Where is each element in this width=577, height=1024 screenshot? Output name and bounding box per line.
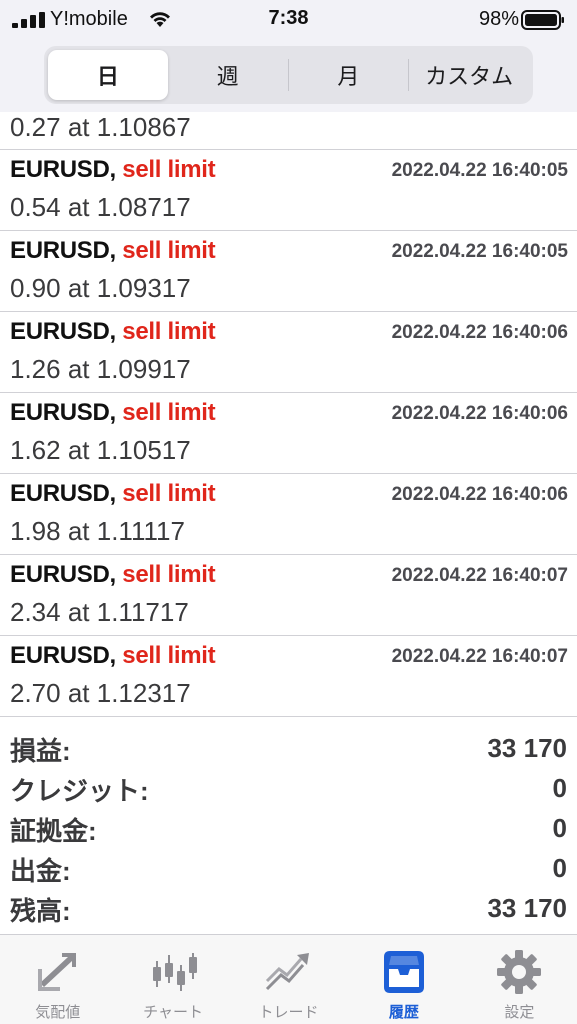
order-symbol: EURUSD, [10,318,116,345]
order-symbol-line: EURUSD, sell limit [10,156,216,184]
list-item[interactable]: EURUSD, sell limit 2022.04.22 16:40:05 0… [0,231,577,312]
trade-icon [265,953,309,991]
chart-icon [153,953,198,991]
period-header: 日 週 月 カスタム [0,40,577,112]
history-icon [383,951,424,993]
order-volume-price: 1.62 at 1.10517 [10,435,191,465]
order-symbol: EURUSD, [10,237,116,264]
order-type: sell limit [122,318,216,345]
tab-trade-label: トレード [258,1004,319,1021]
order-time: 2022.04.22 16:40:05 [391,160,568,181]
order-symbol: EURUSD, [10,399,116,426]
order-type: sell limit [122,480,216,507]
order-volume-price: 0.90 at 1.09317 [10,273,191,303]
account-summary: 損益: 33 170 クレジット: 0 証拠金: 0 出金: 0 残高: 33 … [0,729,577,929]
bottom-tab-bar: 気配値 チャート トレード 履歴 設定 [0,934,577,1024]
list-item[interactable]: EURUSD, sell limit 2022.04.22 16:40:06 1… [0,312,577,393]
order-type: sell limit [122,237,216,264]
order-time: 2022.04.22 16:40:06 [391,322,568,343]
list-item[interactable]: EURUSD, sell limit 2022.04.22 16:40:06 1… [0,474,577,555]
segment-custom-label: カスタム [425,64,514,89]
order-volume-price: 1.98 at 1.11117 [10,516,185,546]
profit-label: 損益: [10,736,71,766]
profit-value: 33 170 [487,733,567,763]
deposit-value: 0 [552,813,567,843]
order-symbol-line: EURUSD, sell limit [10,318,216,346]
order-type: sell limit [122,561,216,588]
summary-profit: 損益: 33 170 [0,729,577,769]
order-symbol-line: EURUSD, sell limit [10,399,216,427]
order-time: 2022.04.22 16:40:06 [391,403,568,424]
credit-value: 0 [552,773,567,803]
order-time: 2022.04.22 16:40:06 [391,484,568,505]
order-symbol-line: EURUSD, sell limit [10,642,216,670]
order-history-list[interactable]: 0.27 at 1.10867 EURUSD, sell limit 2022.… [0,112,577,717]
list-item[interactable]: EURUSD, sell limit 2022.04.22 16:40:07 2… [0,555,577,636]
order-symbol-line: EURUSD, sell limit [10,237,216,265]
tab-history-label: 履歴 [388,1004,419,1021]
summary-withdrawal: 出金: 0 [0,849,577,889]
order-volume-price: 2.70 at 1.12317 [10,678,191,708]
order-time: 2022.04.22 16:40:07 [391,646,568,667]
settings-icon [497,950,542,994]
order-type: sell limit [122,642,216,669]
list-item[interactable]: EURUSD, sell limit 2022.04.22 16:40:05 0… [0,150,577,231]
order-volume-price: 1.26 at 1.09917 [10,354,191,384]
withdrawal-label: 出金: [10,856,71,886]
status-bar: Y!mobile 7:38 98% [0,0,577,40]
tab-chart-label: チャート [143,1004,204,1021]
order-volume-price: 0.27 at 1.10867 [10,112,191,142]
order-volume-price: 2.34 at 1.11717 [10,597,189,627]
summary-credit: クレジット: 0 [0,769,577,809]
segment-week[interactable]: 週 [168,50,288,100]
balance-label: 残高: [10,896,71,926]
tab-settings-label: 設定 [504,1004,535,1021]
order-symbol-line: EURUSD, sell limit [10,480,216,508]
order-type: sell limit [122,156,216,183]
order-type: sell limit [122,399,216,426]
segment-month[interactable]: 月 [289,50,409,100]
summary-deposit: 証拠金: 0 [0,809,577,849]
tab-quotes[interactable]: 気配値 [0,935,115,1024]
list-item[interactable]: EURUSD, sell limit 2022.04.22 16:40:07 2… [0,636,577,717]
battery-icon [521,10,564,30]
quotes-icon [37,953,76,991]
order-time: 2022.04.22 16:40:07 [391,565,568,586]
tab-chart[interactable]: チャート [115,935,230,1024]
balance-value: 33 170 [487,893,567,923]
segment-week-label: 週 [216,64,239,89]
tab-history[interactable]: 履歴 [346,935,461,1024]
segment-month-label: 月 [337,64,360,89]
summary-balance: 残高: 33 170 [0,889,577,929]
segment-day[interactable]: 日 [48,50,168,100]
list-item[interactable]: 0.27 at 1.10867 [0,112,577,150]
period-segmented-control: 日 週 月 カスタム [44,46,533,104]
credit-label: クレジット: [10,776,149,806]
order-symbol-line: EURUSD, sell limit [10,561,216,589]
list-item[interactable]: EURUSD, sell limit 2022.04.22 16:40:06 1… [0,393,577,474]
tab-quotes-label: 気配値 [35,1004,81,1021]
withdrawal-value: 0 [552,853,567,883]
deposit-label: 証拠金: [10,816,97,846]
battery-percent: 98% [478,8,519,30]
order-symbol: EURUSD, [10,480,116,507]
segment-day-label: 日 [96,64,119,89]
tab-settings[interactable]: 設定 [462,935,577,1024]
order-volume-price: 0.54 at 1.08717 [10,192,191,222]
segment-custom[interactable]: カスタム [409,50,529,100]
order-time: 2022.04.22 16:40:05 [391,241,568,262]
order-symbol: EURUSD, [10,156,116,183]
order-symbol: EURUSD, [10,561,116,588]
order-symbol: EURUSD, [10,642,116,669]
tab-trade[interactable]: トレード [231,935,346,1024]
